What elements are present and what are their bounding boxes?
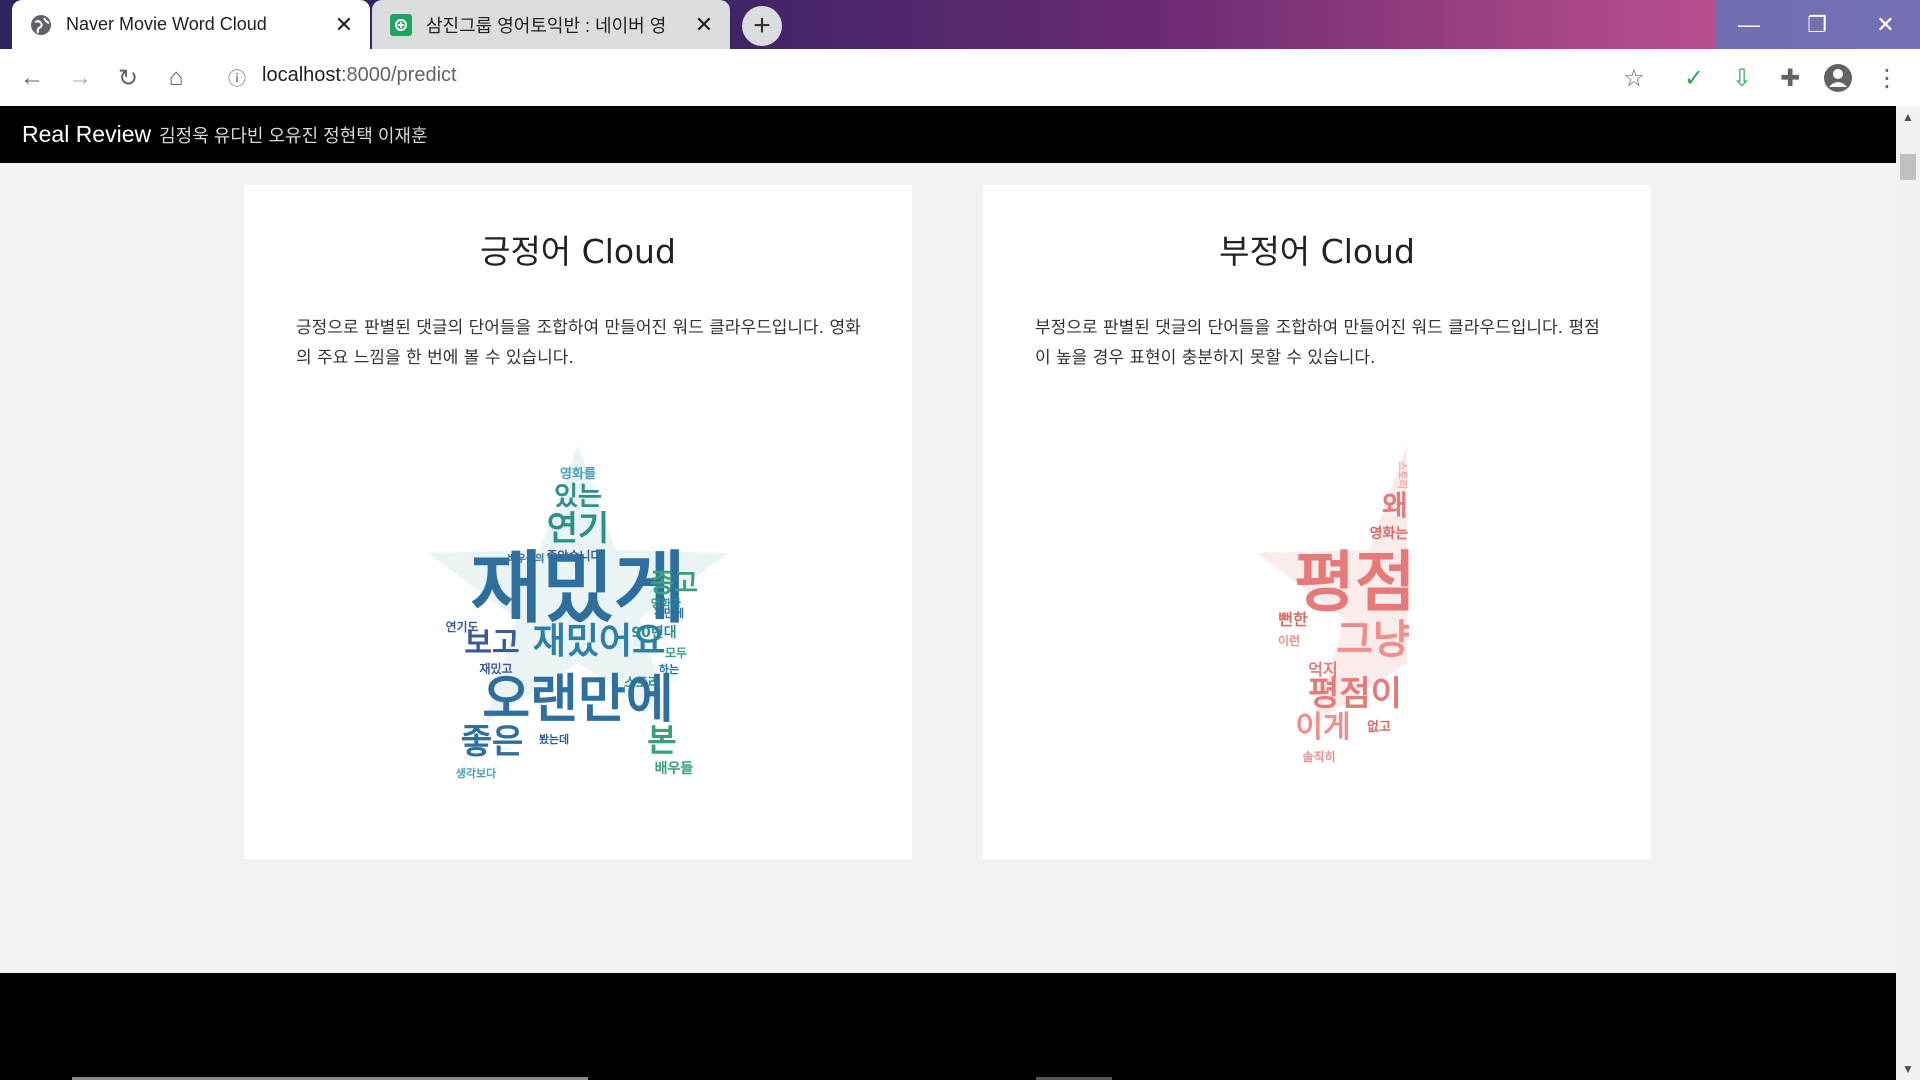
url-path: :8000/predict [340,64,457,86]
close-tab-icon[interactable]: ✕ [690,11,718,39]
address-bar[interactable]: localhost:8000/predict [262,64,457,87]
cloud-word: 영화를 [560,466,596,482]
site-navbar: Real Review 김정욱 유다빈 오유진 정현택 이재훈 [0,106,1896,163]
cloud-word: 솔직히 [1302,749,1335,764]
positive-cloud-title: 긍정어 Cloud [480,232,676,271]
profile-avatar-icon[interactable] [1821,61,1855,95]
new-tab-button[interactable]: + [742,6,782,46]
browser-toolbar: ← → ↻ ⌂ ⓘ localhost:8000/predict ☆ ✓ ⇩ ✚… [0,49,1920,107]
scroll-down-icon[interactable]: ▼ [1902,1062,1914,1076]
extension-download-icon[interactable]: ⇩ [1725,61,1759,95]
extension-check-icon[interactable]: ✓ [1677,61,1711,95]
browser-tab-strip: Naver Movie Word Cloud ✕ 삼진그룹 영어토익반 : 네이… [0,0,1920,49]
cloud-word: 좋은 [461,722,524,762]
cloud-word: 스토리 [1396,461,1409,489]
forward-icon[interactable]: → [63,61,97,95]
cloud-word: 종고 [650,569,698,599]
positive-word-cloud-image: 영화를 있는 연기 좋았습니다 배우들의 재밌게 종고 간만에 영화가 재밌어요… [244,435,912,805]
cloud-word: 배우들 [655,761,694,777]
globe-icon [30,14,52,36]
scrollbar-thumb[interactable] [1900,154,1916,180]
cloud-word: 영화가 [651,596,681,610]
restore-icon[interactable]: ❐ [1783,0,1851,49]
page-scrollbar[interactable]: ▲ ▼ [1896,106,1920,1080]
negative-word-cloud-image: 왜 영화는 평점 그냥 뻔한 이런 억지 평점이 이게 없고 솔직히 스토리 [983,435,1651,805]
url-host: localhost [262,64,341,86]
negative-cloud-title: 부정어 Cloud [1219,232,1415,271]
cloud-word: 봤는데 [539,732,569,746]
close-tab-icon[interactable]: ✕ [330,11,358,39]
cloud-word: 모두 [665,646,687,660]
tab-title: 삼진그룹 영어토익반 : 네이버 영 [426,15,667,36]
cloud-word: 있는 [554,482,602,512]
minimize-icon[interactable]: — [1715,0,1783,49]
scroll-up-icon[interactable]: ▲ [1902,110,1914,124]
cloud-word: 오랜만에 [482,670,673,730]
cloud-word: 이게 [1295,710,1350,745]
close-window-icon[interactable]: ✕ [1851,0,1920,49]
bookmark-star-icon[interactable]: ☆ [1617,61,1651,95]
positive-cloud-description: 긍정으로 판별된 댓글의 단어들을 조합하여 만들어진 워드 클라우드입니다. … [296,318,861,368]
tab-naver-movie-word-cloud[interactable]: Naver Movie Word Cloud ✕ [12,0,370,49]
cloud-word: 90년대 [631,625,676,641]
cloud-word: 없고 [1367,720,1391,735]
cloud-word: 이런 [1278,633,1300,648]
cloud-word: 평점이 [1308,674,1402,714]
reload-icon[interactable]: ↻ [111,61,145,95]
cloud-word: 본 [647,721,676,759]
positive-cloud-card: 긍정어 Cloud 긍정으로 판별된 댓글의 단어들을 조합하여 만들어진 워드… [244,185,912,859]
site-brand[interactable]: Real Review [22,121,151,148]
info-icon[interactable]: ⓘ [220,61,254,95]
tab-samjin-group-toeic[interactable]: 삼진그룹 영어토익반 : 네이버 영 ✕ [372,0,730,49]
menu-kebab-icon[interactable]: ⋮ [1870,61,1904,95]
home-icon[interactable]: ⌂ [159,61,193,95]
negative-cloud-card: 부정어 Cloud 부정으로 판별된 댓글의 단어들을 조합하여 만들어진 워드… [983,185,1651,859]
negative-cloud-description: 부정으로 판별된 댓글의 단어들을 조합하여 만들어진 워드 클라우드입니다. … [1035,318,1600,368]
cloud-word: 영화는 [1370,525,1409,542]
extensions-puzzle-icon[interactable]: ✚ [1773,61,1807,95]
cloud-word: 왜 [1382,489,1408,522]
tab-title: Naver Movie Word Cloud [66,14,267,34]
cloud-word: 뻔한 [1278,610,1308,629]
cloud-word: 그냥 [1336,617,1410,663]
cloud-word: 연기도 [445,619,478,634]
main-content: 긍정어 Cloud 긍정으로 판별된 댓글의 단어들을 조합하여 만들어진 워드… [0,163,1896,973]
back-icon[interactable]: ← [15,61,49,95]
cloud-word: 평점 [1294,544,1415,621]
cloud-word: 연기 [547,509,610,549]
site-footer [0,973,1896,1080]
sheets-icon [390,13,412,36]
cloud-word: 생각보다 [456,766,497,780]
team-members: 김정욱 유다빈 오유진 정현택 이재훈 [159,125,428,146]
